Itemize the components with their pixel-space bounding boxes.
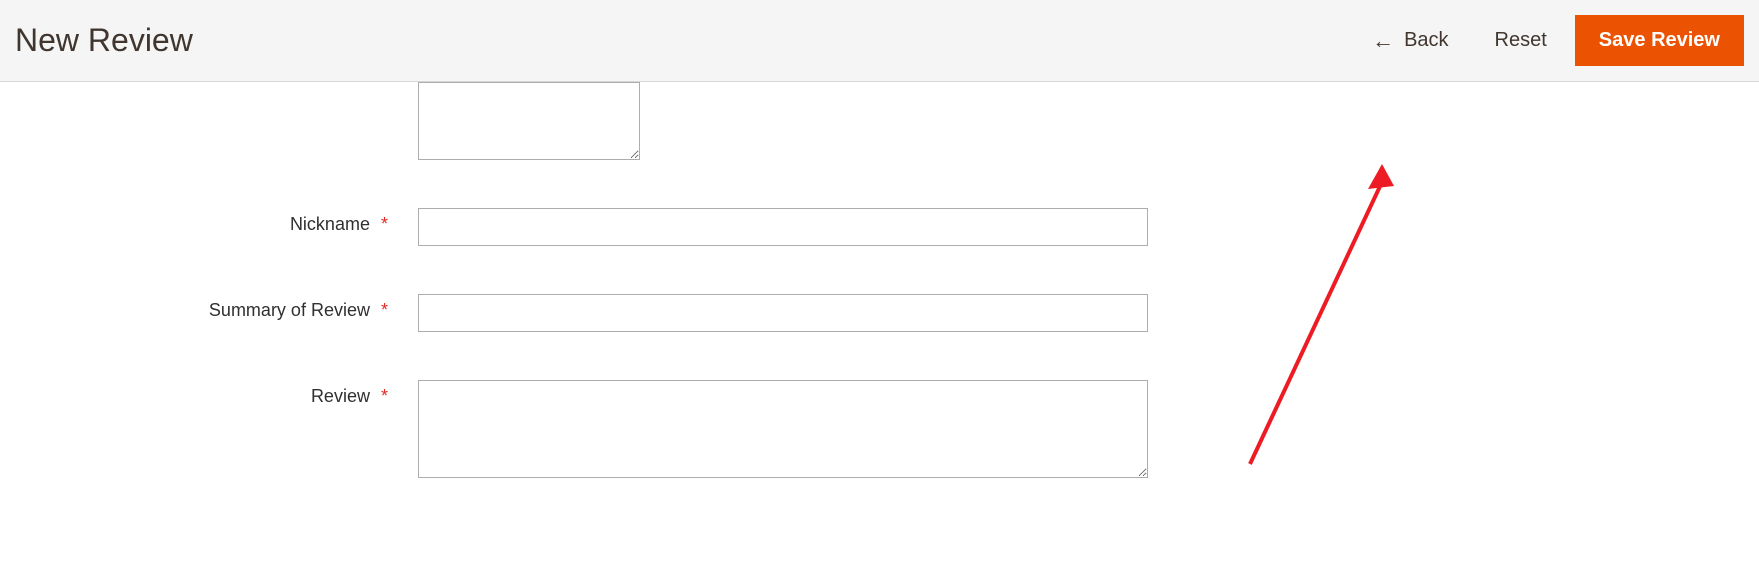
required-mark-icon: * bbox=[381, 300, 388, 320]
review-row: Review * bbox=[0, 380, 1759, 478]
review-label-col: Review * bbox=[0, 380, 400, 407]
required-mark-icon: * bbox=[381, 214, 388, 234]
save-review-button[interactable]: Save Review bbox=[1575, 15, 1744, 66]
summary-label: Summary of Review bbox=[209, 300, 370, 320]
review-textarea[interactable] bbox=[418, 380, 1148, 478]
nickname-input[interactable] bbox=[418, 208, 1148, 246]
review-input-col bbox=[400, 380, 1148, 478]
summary-input-col bbox=[400, 294, 1148, 332]
back-button-label: Back bbox=[1404, 29, 1448, 52]
back-button[interactable]: ← Back bbox=[1354, 19, 1466, 62]
nickname-row: Nickname * bbox=[0, 208, 1759, 246]
nickname-input-col bbox=[400, 208, 1148, 246]
nickname-label-col: Nickname * bbox=[0, 208, 400, 235]
top-field-row bbox=[0, 82, 1759, 160]
summary-row: Summary of Review * bbox=[0, 294, 1759, 332]
back-arrow-icon: ← bbox=[1372, 30, 1394, 52]
review-label: Review bbox=[311, 386, 370, 406]
header-actions: ← Back Reset Save Review bbox=[1354, 15, 1744, 66]
required-mark-icon: * bbox=[381, 386, 388, 406]
top-textarea[interactable] bbox=[418, 82, 640, 160]
page-header: New Review ← Back Reset Save Review bbox=[0, 0, 1759, 82]
summary-label-col: Summary of Review * bbox=[0, 294, 400, 321]
reset-button[interactable]: Reset bbox=[1477, 19, 1565, 62]
form-area: Nickname * Summary of Review * Review * bbox=[0, 82, 1759, 518]
page-title: New Review bbox=[15, 22, 193, 59]
summary-input[interactable] bbox=[418, 294, 1148, 332]
nickname-label: Nickname bbox=[290, 214, 370, 234]
